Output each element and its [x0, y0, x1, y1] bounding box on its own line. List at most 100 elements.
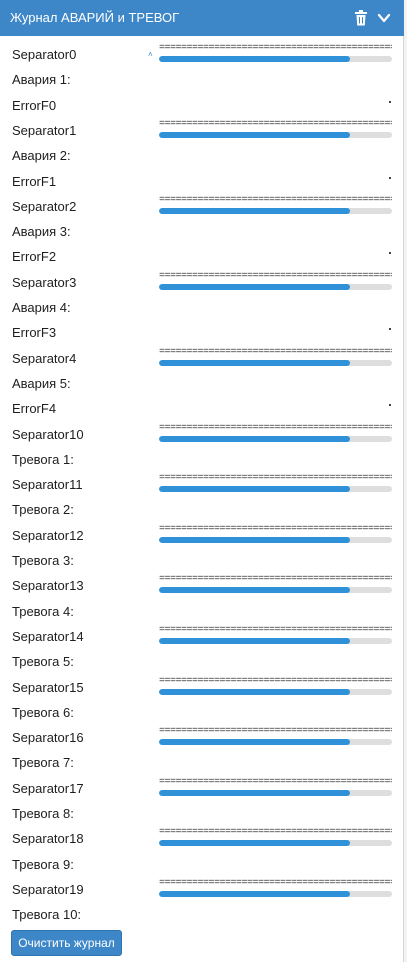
row-label: Тревога 1:	[12, 452, 74, 467]
error-row: ErrorF4	[0, 396, 404, 421]
progress-fill	[159, 284, 351, 290]
row-label: Separator18	[12, 831, 84, 846]
row-label: Separator14	[12, 629, 84, 644]
progress-fill	[159, 891, 351, 897]
event-row: Тревога 2:	[0, 497, 404, 522]
separator-row: Separator1 ==============================…	[0, 118, 404, 143]
row-label: Separator0	[12, 47, 77, 62]
separator-rule: ========================================…	[159, 120, 392, 130]
separator-row: Separator18 =============================…	[0, 826, 404, 851]
clear-log-button[interactable]: Очистить журнал	[11, 930, 122, 956]
separator-rule: ========================================…	[159, 626, 392, 636]
event-row: Тревога 5:	[0, 649, 404, 674]
trash-icon[interactable]	[354, 10, 368, 26]
progress-bar	[159, 790, 392, 796]
event-row: Тревога 7:	[0, 750, 404, 775]
row-label: Авария 5:	[12, 376, 71, 391]
progress-bar	[159, 638, 392, 644]
progress-fill	[159, 790, 351, 796]
progress-fill	[159, 537, 351, 543]
separator-row: Separator14 =============================…	[0, 624, 404, 649]
panel-header: Журнал АВАРИЙ и ТРЕВОГ	[0, 0, 404, 36]
separator-row: Separator15 =============================…	[0, 675, 404, 700]
row-label: Тревога 6:	[12, 705, 74, 720]
separator-rule: ========================================…	[159, 828, 392, 838]
status-dot-icon	[389, 177, 391, 179]
row-label: ErrorF2	[12, 249, 57, 264]
separator-row: Separator2 ==============================…	[0, 194, 404, 219]
separator-rule: ========================================…	[159, 272, 392, 282]
separator-rule: ========================================…	[159, 778, 392, 788]
row-label: Separator3	[12, 275, 77, 290]
row-label: Тревога 4:	[12, 604, 74, 619]
error-row: ErrorF0	[0, 93, 404, 118]
progress-fill	[159, 208, 351, 214]
separator-rule: ========================================…	[159, 525, 392, 535]
alarm-log-panel: Журнал АВАРИЙ и ТРЕВОГ Separator0 =======…	[0, 0, 404, 962]
event-row: Тревога 9:	[0, 852, 404, 877]
row-label: Separator2	[12, 199, 77, 214]
row-label: Тревога 5:	[12, 654, 74, 669]
progress-fill	[159, 689, 351, 695]
row-label: Тревога 7:	[12, 755, 74, 770]
separator-row: Separator4 ==============================…	[0, 346, 404, 371]
progress-bar	[159, 132, 392, 138]
progress-bar	[159, 739, 392, 745]
status-dot-icon	[389, 404, 391, 406]
separator-row: Separator10 =============================…	[0, 422, 404, 447]
row-label: Тревога 8:	[12, 806, 74, 821]
event-row: Авария 3:	[0, 219, 404, 244]
separator-row: Separator17 =============================…	[0, 776, 404, 801]
row-label: ErrorF4	[12, 401, 57, 416]
progress-fill	[159, 56, 351, 62]
progress-bar	[159, 436, 392, 442]
progress-bar	[159, 56, 392, 62]
event-row: Авария 2:	[0, 143, 404, 168]
separator-rule: ========================================…	[159, 196, 392, 206]
separator-rule: ========================================…	[159, 677, 392, 687]
separator-rule: ========================================…	[159, 474, 392, 484]
separator-row: Separator0 ==============================…	[0, 42, 404, 67]
progress-bar	[159, 360, 392, 366]
separator-row: Separator16 =============================…	[0, 725, 404, 750]
separator-row: Separator19 =============================…	[0, 877, 404, 902]
row-label: Separator1	[12, 123, 77, 138]
separator-row: Separator11 =============================…	[0, 472, 404, 497]
row-label: Separator17	[12, 781, 84, 796]
row-label: Тревога 3:	[12, 553, 74, 568]
event-row: Тревога 3:	[0, 548, 404, 573]
row-label: Separator13	[12, 578, 84, 593]
row-label: Авария 2:	[12, 148, 71, 163]
error-row: ErrorF1	[0, 169, 404, 194]
row-label: Separator16	[12, 730, 84, 745]
progress-bar	[159, 208, 392, 214]
event-row: Авария 5:	[0, 371, 404, 396]
progress-fill	[159, 486, 351, 492]
progress-bar	[159, 891, 392, 897]
progress-bar	[159, 689, 392, 695]
status-dot-icon	[389, 252, 391, 254]
separator-rule: ========================================…	[159, 44, 392, 54]
row-label: Separator12	[12, 528, 84, 543]
row-label: Separator19	[12, 882, 84, 897]
progress-fill	[159, 132, 351, 138]
row-label: Separator4	[12, 351, 77, 366]
event-row: Авария 1:	[0, 67, 404, 92]
event-row: Тревога 4:	[0, 599, 404, 624]
chevron-down-icon[interactable]	[377, 11, 391, 25]
row-label: Separator11	[12, 477, 83, 492]
event-row: Тревога 10:	[0, 902, 404, 927]
row-label: Авария 3:	[12, 224, 71, 239]
error-row: ErrorF2	[0, 244, 404, 269]
separator-rule: ========================================…	[159, 727, 392, 737]
separator-row: Separator13 =============================…	[0, 573, 404, 598]
event-row: Тревога 6:	[0, 700, 404, 725]
event-row: Авария 4:	[0, 295, 404, 320]
progress-bar	[159, 486, 392, 492]
separator-row: Separator12 =============================…	[0, 523, 404, 548]
row-label: Тревога 2:	[12, 502, 74, 517]
row-label: Тревога 9:	[12, 857, 74, 872]
progress-fill	[159, 587, 351, 593]
separator-rule: ========================================…	[159, 348, 392, 358]
progress-bar	[159, 840, 392, 846]
